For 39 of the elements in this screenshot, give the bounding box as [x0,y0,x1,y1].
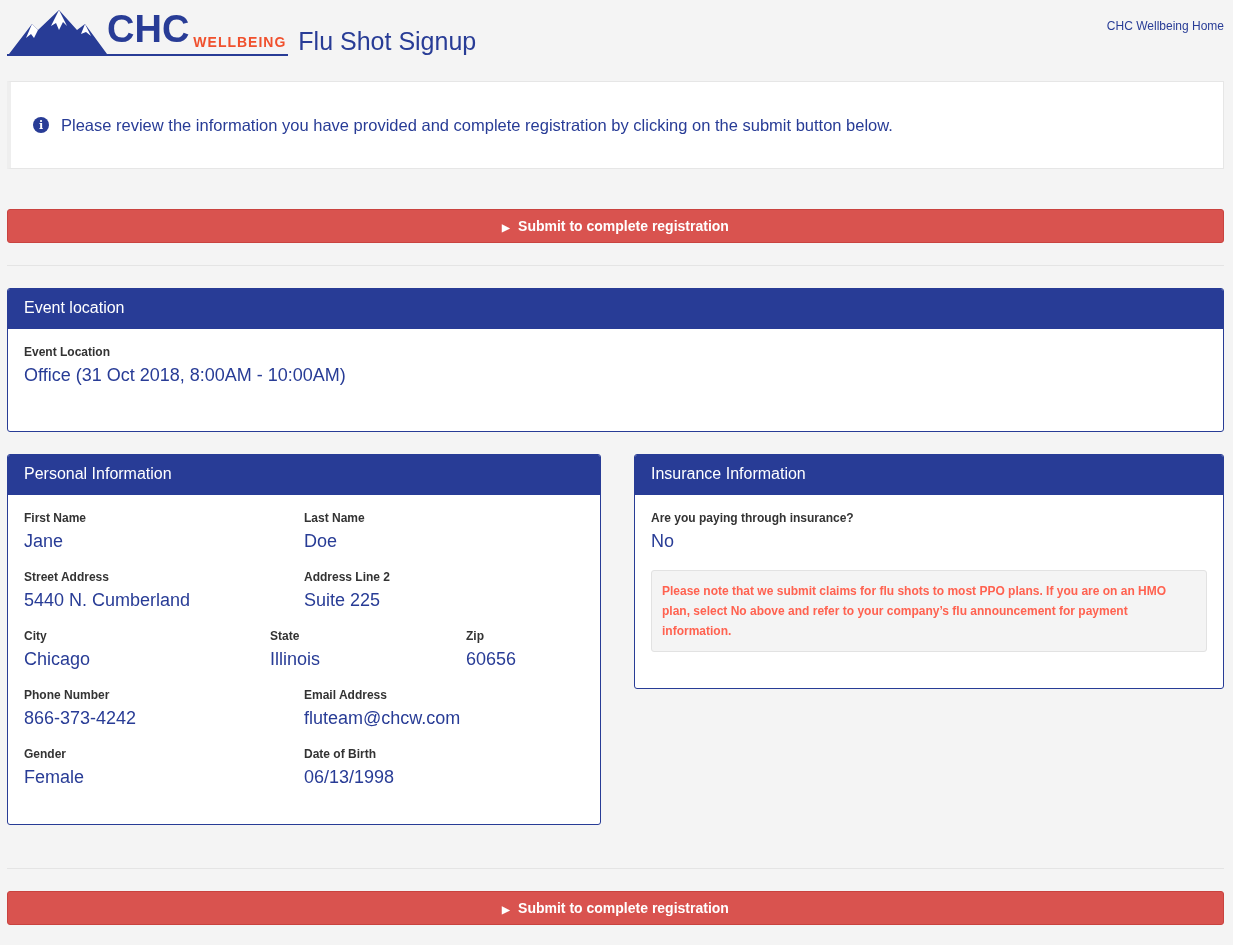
field-label: Phone Number [24,688,111,702]
field-value: Jane [24,531,65,552]
field-label: Email Address [304,688,388,702]
field-label: Event Location [24,345,111,359]
notice-text: Please review the information you have provided and complete registration by clicking on the submit button below. [61,115,893,135]
field-value: 06/13/1998 [304,767,396,788]
mountain-logo-icon [7,8,107,56]
home-link[interactable]: CHC Wellbeing Home [1106,19,1224,33]
field-value: fluteam@chcw.com [304,708,462,729]
page-title: Flu Shot Signup [298,26,477,56]
field-value: Illinois [270,649,322,670]
info-icon: i [33,117,49,133]
field-value: No [651,531,675,552]
submit-button[interactable]: ▶ Submit to complete registration [7,209,1224,243]
logo-text: CHC [107,10,190,56]
field-label: Last Name [304,511,366,525]
note-text: Please note that we submit claims for flu shots to most PPO plans. If you are on an HMO plan, select No above and refer to your company’s flu announcement for payment information. [651,570,1207,652]
field-label: First Name [24,511,88,525]
field-value: Female [24,767,86,788]
field-value: Chicago [24,649,92,670]
field-label: Are you paying through insurance? [651,511,855,525]
field-value: Office (31 Oct 2018, 8:00AM - 10:00AM) [24,365,347,386]
logo-subtext: WELLBEING [189,34,289,56]
submit-button[interactable]: ▶ Submit to complete registration [7,891,1224,925]
field-label: Street Address [24,570,110,584]
field-value: 60656 [466,649,518,670]
panel-header: Insurance Information [635,455,1223,495]
field-label: Gender [24,747,67,761]
field-value: Suite 225 [304,590,382,611]
field-label: City [24,629,48,643]
field-label: Address Line 2 [304,570,392,584]
field-value: 5440 N. Cumberland [24,590,192,611]
field-label: Date of Birth [304,747,377,761]
field-label: Zip [466,629,485,643]
field-value: 866-373-4242 [24,708,138,729]
field-label: State [270,629,301,643]
field-value: Doe [304,531,339,552]
panel-header: Event location [8,289,1223,329]
panel-header: Personal Information [8,455,600,495]
